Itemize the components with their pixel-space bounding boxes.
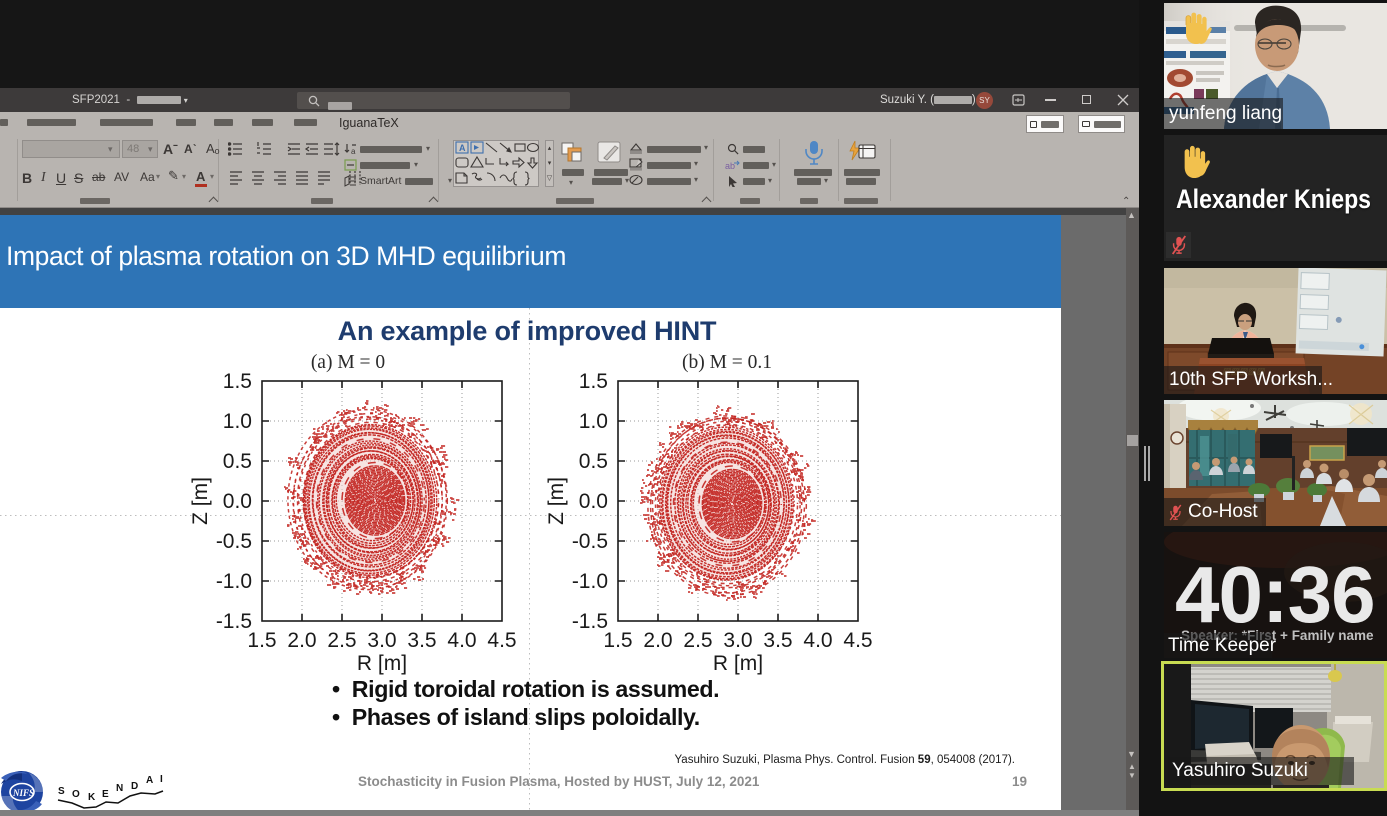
svg-text:2.5: 2.5 xyxy=(327,629,356,652)
svg-text:4.0: 4.0 xyxy=(447,629,476,652)
svg-text:(a) M = 0: (a) M = 0 xyxy=(311,352,385,373)
svg-text:1.5: 1.5 xyxy=(579,370,608,393)
svg-text:A: A xyxy=(459,143,466,153)
svg-text:-1.0: -1.0 xyxy=(572,570,608,593)
svg-text:NIFS: NIFS xyxy=(12,788,34,798)
svg-text:2.0: 2.0 xyxy=(643,629,672,652)
svg-text:ab: ab xyxy=(725,161,735,171)
svg-text:0.0: 0.0 xyxy=(223,490,252,513)
svg-text:E: E xyxy=(102,789,109,800)
svg-text:2.5: 2.5 xyxy=(683,629,712,652)
svg-text:R [m]: R [m] xyxy=(357,652,407,675)
svg-text:0.0: 0.0 xyxy=(579,490,608,513)
svg-text:0.5: 0.5 xyxy=(579,450,608,473)
svg-text:1.0: 1.0 xyxy=(579,410,608,433)
svg-text:-0.5: -0.5 xyxy=(572,530,608,553)
svg-text:N: N xyxy=(116,783,123,794)
svg-text:Z [m]: Z [m] xyxy=(545,477,568,525)
svg-text:A: A xyxy=(146,775,153,786)
svg-text:-1.0: -1.0 xyxy=(216,570,252,593)
svg-text:S: S xyxy=(58,786,65,797)
svg-text:K: K xyxy=(88,792,96,803)
svg-text:2.0: 2.0 xyxy=(287,629,316,652)
svg-text:-0.5: -0.5 xyxy=(216,530,252,553)
svg-text:1.5: 1.5 xyxy=(223,370,252,393)
svg-text:3.5: 3.5 xyxy=(407,629,436,652)
svg-text:D: D xyxy=(131,781,138,792)
svg-text:3.0: 3.0 xyxy=(723,629,752,652)
svg-text:3.5: 3.5 xyxy=(763,629,792,652)
svg-text:4.0: 4.0 xyxy=(803,629,832,652)
svg-text:a: a xyxy=(351,147,356,155)
svg-text:O: O xyxy=(72,789,80,800)
svg-text:4.5: 4.5 xyxy=(487,629,516,652)
svg-text:3.0: 3.0 xyxy=(367,629,396,652)
svg-text:4.5: 4.5 xyxy=(843,629,872,652)
svg-text:1.5: 1.5 xyxy=(603,629,632,652)
svg-text:R [m]: R [m] xyxy=(713,652,763,675)
svg-text:I: I xyxy=(160,774,163,785)
svg-text:1.0: 1.0 xyxy=(223,410,252,433)
svg-text:Z [m]: Z [m] xyxy=(189,477,212,525)
svg-text:(b) M = 0.1: (b) M = 0.1 xyxy=(682,352,772,373)
svg-text:1.5: 1.5 xyxy=(247,629,276,652)
svg-text:0.5: 0.5 xyxy=(223,450,252,473)
